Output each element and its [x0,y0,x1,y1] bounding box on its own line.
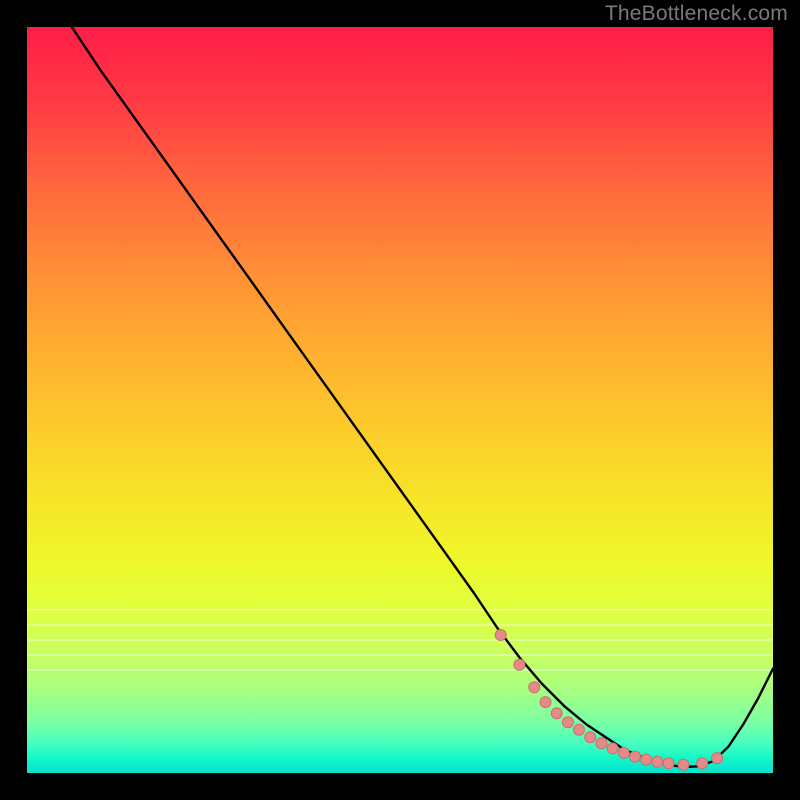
watermark-text: TheBottleneck.com [605,2,788,26]
highlight-dot [641,754,652,765]
curve-layer [27,27,773,773]
highlight-dot [529,682,540,693]
highlight-dot [596,738,607,749]
highlight-dot [652,756,663,767]
highlight-dot [514,659,525,670]
chart-stage: TheBottleneck.com [0,0,800,800]
highlight-dot [607,743,618,754]
highlight-dot [495,630,506,641]
bottleneck-curve [72,27,773,767]
highlight-dot [574,724,585,735]
highlight-dot [712,753,723,764]
highlight-dot [630,751,641,762]
highlight-dot [618,747,629,758]
highlight-dot [697,758,708,769]
highlight-dot [551,708,562,719]
highlight-dot [585,732,596,743]
highlight-dot [540,697,551,708]
plot-area [27,27,773,773]
highlight-dot [562,717,573,728]
highlight-dot [663,758,674,769]
highlight-dot [678,759,689,770]
